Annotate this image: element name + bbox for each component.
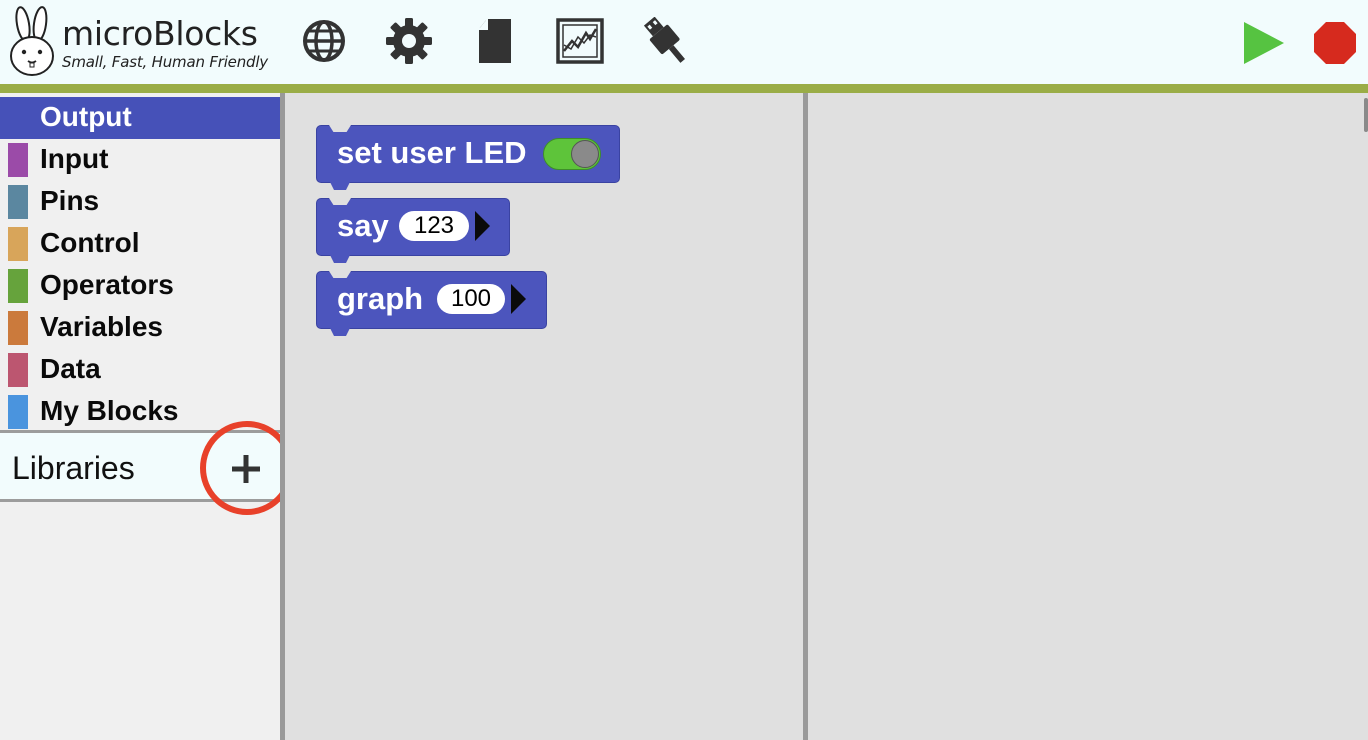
category-palette: Output Input Pins Control Operators Vari… [0, 93, 280, 740]
category-swatch [8, 269, 28, 303]
add-library-plus-icon[interactable] [228, 451, 264, 487]
category-label: Input [40, 143, 109, 174]
led-toggle-switch[interactable] [543, 138, 601, 170]
play-icon[interactable] [1240, 20, 1286, 66]
category-operators[interactable]: Operators [0, 265, 280, 307]
say-value-input[interactable]: 123 [399, 211, 469, 241]
category-label: Output [40, 101, 132, 132]
usb-plug-icon[interactable] [642, 17, 690, 65]
category-control[interactable]: Control [0, 223, 280, 265]
category-label: Control [40, 227, 140, 258]
stop-icon[interactable] [1312, 20, 1358, 66]
category-swatch [8, 185, 28, 219]
blocks-palette-area: set user LED say 123 graph 100 [285, 93, 803, 740]
libraries-section: Libraries [0, 430, 280, 502]
graph-block[interactable]: graph 100 [316, 271, 547, 336]
category-swatch [8, 395, 28, 429]
category-label: Variables [40, 311, 163, 342]
category-swatch [8, 143, 28, 177]
category-swatch [8, 353, 28, 387]
graph-icon[interactable] [556, 17, 604, 65]
script-editor-area[interactable] [808, 93, 1368, 740]
globe-icon[interactable] [300, 17, 348, 65]
scrollbar-thumb[interactable] [1364, 98, 1368, 132]
category-swatch [8, 311, 28, 345]
file-icon[interactable] [471, 17, 519, 65]
graph-value-input[interactable]: 100 [437, 284, 505, 314]
category-data[interactable]: Data [0, 349, 280, 391]
category-label: My Blocks [40, 395, 179, 426]
category-label: Operators [40, 269, 174, 300]
category-my-blocks[interactable]: My Blocks [0, 391, 280, 433]
say-block[interactable]: say 123 [316, 198, 510, 263]
expand-arrow-icon[interactable] [475, 211, 490, 241]
set-user-led-block[interactable]: set user LED [316, 125, 620, 190]
gear-icon[interactable] [385, 17, 433, 65]
category-variables[interactable]: Variables [0, 307, 280, 349]
block-label: set user LED [337, 135, 527, 170]
category-label: Pins [40, 185, 100, 216]
bunny-logo-icon [10, 6, 54, 76]
block-label: graph [337, 281, 424, 316]
libraries-label: Libraries [12, 450, 135, 486]
app-tagline: Small, Fast, Human Friendly [62, 53, 268, 71]
header-accent-line [0, 84, 1368, 93]
app-name: microBlocks [62, 14, 258, 53]
category-swatch [8, 227, 28, 261]
expand-arrow-icon[interactable] [511, 284, 526, 314]
block-label: say [337, 208, 389, 243]
category-output[interactable]: Output [0, 97, 280, 139]
category-label: Data [40, 353, 101, 384]
category-input[interactable]: Input [0, 139, 280, 181]
top-bar: microBlocks Small, Fast, Human Friendly [0, 0, 1368, 84]
category-pins[interactable]: Pins [0, 181, 280, 223]
